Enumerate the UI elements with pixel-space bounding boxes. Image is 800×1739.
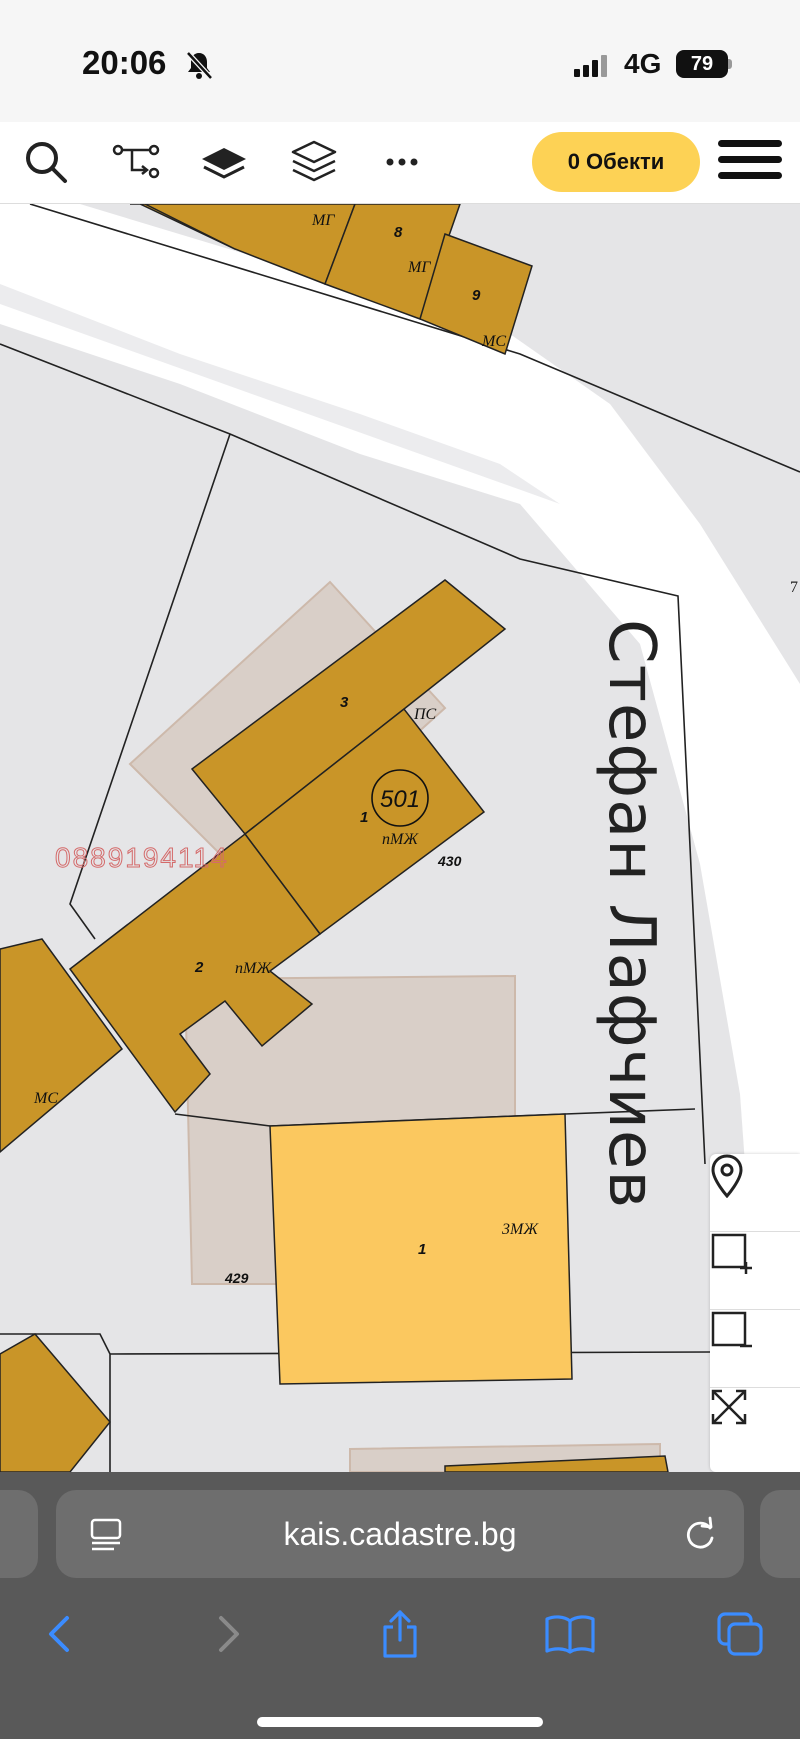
browser-bar: kais.cadastre.bg (0, 1472, 800, 1739)
back-button[interactable] (28, 1604, 88, 1664)
layer-icon (202, 148, 246, 179)
remove-area-icon (711, 1311, 752, 1348)
url-text: kais.cadastre.bg (283, 1516, 517, 1552)
building-number: 1 (418, 1241, 426, 1258)
street-name-label: Стефан Лафчиев (594, 619, 668, 1210)
building-number: 1 (360, 809, 368, 826)
building-code: 3МЖ (501, 1221, 539, 1238)
building[interactable] (0, 1333, 111, 1472)
address-bar[interactable]: kais.cadastre.bg (56, 1490, 744, 1578)
building-code: МГ (407, 259, 431, 276)
objects-button[interactable]: 0 Обекти (532, 132, 700, 192)
add-area-button[interactable] (710, 1232, 800, 1310)
fullscreen-icon (711, 1389, 747, 1425)
tabs-icon (717, 1612, 763, 1656)
signal-icon (574, 55, 607, 77)
building-code: пМЖ (235, 960, 272, 977)
add-area-icon (711, 1233, 752, 1274)
edge-label: 7 (790, 579, 798, 596)
share-icon (383, 1610, 417, 1658)
building-code: МС (33, 1090, 58, 1107)
route-button[interactable] (110, 136, 162, 188)
map-canvas[interactable]: 501 1 2 3 1 8 9 пМЖ пМЖ ПС 3МЖ МС МГ МГ … (0, 204, 800, 1472)
cadastral-map[interactable]: 501 1 2 3 1 8 9 пМЖ пМЖ ПС 3МЖ МС МГ МГ … (0, 204, 800, 1472)
chevron-left-icon (49, 1616, 69, 1652)
battery-indicator: 79 (676, 50, 728, 78)
layer-button[interactable] (198, 136, 250, 188)
more-button[interactable] (376, 136, 428, 188)
building-number: 9 (472, 287, 481, 304)
bell-muted-icon (186, 51, 213, 80)
menu-icon-bar (718, 172, 782, 179)
reload-icon[interactable] (682, 1516, 718, 1552)
more-icon (386, 158, 418, 166)
building-code: пМЖ (382, 831, 419, 848)
forward-button[interactable] (200, 1604, 260, 1664)
book-icon (545, 1615, 595, 1654)
menu-icon (718, 140, 782, 147)
building-code: МС (481, 333, 506, 350)
building-number: 8 (394, 224, 403, 241)
home-indicator (257, 1717, 543, 1727)
locate-button[interactable] (710, 1154, 800, 1232)
parcel-number-501: 501 (380, 786, 420, 813)
status-bar: 20:06 4G 79 (0, 0, 800, 122)
map-controls (710, 1154, 800, 1472)
building-code: МГ (311, 212, 335, 229)
menu-button[interactable] (718, 140, 782, 188)
route-icon (112, 144, 160, 179)
search-icon (26, 142, 67, 183)
map-toolbar: 0 Обекти (0, 122, 800, 204)
layers-stack-icon (291, 140, 337, 182)
fullscreen-button[interactable] (710, 1388, 800, 1466)
parcel-number: 430 (437, 853, 462, 869)
network-type: 4G (624, 48, 662, 79)
next-tab-peek[interactable] (760, 1490, 800, 1578)
building-number: 2 (194, 959, 204, 976)
building-number: 3 (340, 694, 349, 711)
bookmarks-button[interactable] (540, 1604, 600, 1664)
remove-area-button[interactable] (710, 1310, 800, 1388)
previous-tab-peek[interactable] (0, 1490, 38, 1578)
battery-nub (728, 59, 732, 69)
building-code: ПС (413, 706, 437, 723)
share-button[interactable] (370, 1604, 430, 1664)
tabs-button[interactable] (710, 1604, 770, 1664)
parcel-number: 429 (224, 1270, 249, 1286)
chevron-right-icon (219, 1616, 239, 1652)
menu-icon-bar (718, 156, 782, 163)
search-button[interactable] (20, 136, 72, 188)
phone-watermark: 0889194114 (55, 842, 229, 874)
status-time: 20:06 (82, 44, 167, 81)
location-pin-icon (711, 1154, 743, 1198)
layers-stack-button[interactable] (288, 136, 340, 188)
